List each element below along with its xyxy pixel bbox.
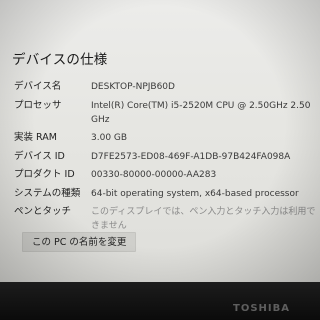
settings-screen: デバイスの仕様 デバイス名 DESKTOP-NPJB60D プロセッサ Inte… xyxy=(0,0,320,282)
spec-label: プロセッサ xyxy=(14,99,62,111)
spec-row-processor: プロセッサ Intel(R) Core(TM) i5-2520M CPU @ 2… xyxy=(14,99,318,127)
spec-value: 00330-80000-00000-AA283 xyxy=(91,170,217,180)
spec-value: Intel(R) Core(TM) i5-2520M CPU @ 2.50GHz… xyxy=(91,100,311,125)
rename-pc-button[interactable]: この PC の名前を変更 xyxy=(22,232,137,252)
spec-value: 64-bit operating system, x64-based proce… xyxy=(91,188,299,199)
photo-frame: デバイスの仕様 デバイス名 DESKTOP-NPJB60D プロセッサ Inte… xyxy=(0,0,320,320)
laptop-bezel xyxy=(0,282,320,320)
brand-logo: TOSHIBA xyxy=(233,303,290,314)
device-specs-list: デバイス名 DESKTOP-NPJB60D プロセッサ Intel(R) Cor… xyxy=(14,80,318,238)
spec-label: ペンとタッチ xyxy=(14,206,72,217)
spec-value: DESKTOP-NPJB60D xyxy=(91,82,175,92)
spec-row-ram: 実装 RAM 3.00 GB xyxy=(14,131,318,145)
section-title: デバイスの仕様 xyxy=(12,52,108,68)
spec-value: 3.00 GB xyxy=(91,133,128,143)
spec-row-product-id: プロダクト ID 00330-80000-00000-AA283 xyxy=(14,168,318,182)
spec-label: デバイス名 xyxy=(14,81,62,92)
spec-value: D7FE2573-ED08-469F-A1DB-97B424FA098A xyxy=(91,151,291,162)
spec-label: デバイス ID xyxy=(14,150,65,162)
spec-value: このディスプレイでは、ペン入力とタッチ入力は利用できません xyxy=(91,207,316,231)
spec-label: プロダクト ID xyxy=(14,169,75,180)
spec-row-device-name: デバイス名 DESKTOP-NPJB60D xyxy=(14,80,318,94)
spec-label: 実装 RAM xyxy=(14,132,57,143)
spec-label: システムの種類 xyxy=(14,187,81,199)
spec-row-device-id: デバイス ID D7FE2573-ED08-469F-A1DB-97B424FA… xyxy=(14,150,318,164)
spec-row-system-type: システムの種類 64-bit operating system, x64-bas… xyxy=(14,187,318,201)
spec-row-pen-touch: ペンとタッチ このディスプレイでは、ペン入力とタッチ入力は利用できません xyxy=(14,205,318,233)
